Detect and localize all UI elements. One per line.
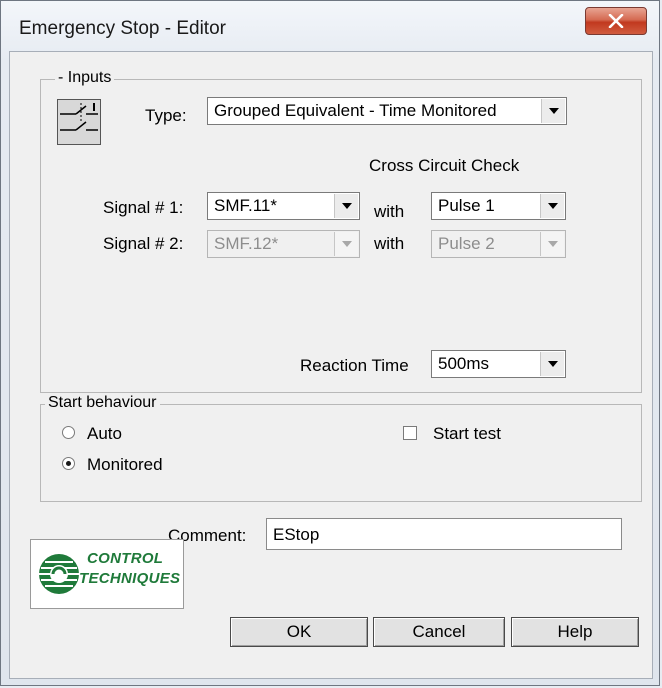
dropdown-arrow-icon <box>334 232 358 256</box>
help-button[interactable]: Help <box>511 617 639 647</box>
start-test-checkbox[interactable] <box>403 426 417 440</box>
dialog-body: - Inputs Type: Grouped Equivalent - Time… <box>9 51 653 679</box>
pulse2-value: Pulse 2 <box>438 234 495 253</box>
logo-line2: TECHNIQUES <box>79 570 181 587</box>
cross-circuit-label: Cross Circuit Check <box>369 156 520 175</box>
comment-input[interactable]: EStop <box>266 518 622 550</box>
signal1-label: Signal # 1: <box>103 198 184 217</box>
signal2-select: SMF.12* <box>207 230 360 258</box>
reaction-time-select[interactable]: 500ms <box>431 350 566 378</box>
pulse1-value: Pulse 1 <box>438 196 495 215</box>
start-test-label[interactable]: Start test <box>433 424 501 444</box>
dropdown-arrow-icon[interactable] <box>540 194 564 218</box>
ok-button[interactable]: OK <box>230 617 368 647</box>
auto-radio-label[interactable]: Auto <box>87 424 122 444</box>
type-value: Grouped Equivalent - Time Monitored <box>214 101 497 120</box>
signal2-value: SMF.12* <box>214 234 279 253</box>
window-title: Emergency Stop - Editor <box>19 18 226 39</box>
signal2-label: Signal # 2: <box>103 234 184 253</box>
dropdown-arrow-icon[interactable] <box>541 99 565 123</box>
inputs-group-label: - Inputs <box>55 69 115 87</box>
auto-radio[interactable] <box>62 426 75 439</box>
monitored-radio[interactable] <box>62 457 75 470</box>
signal1-with-label: with <box>374 202 405 221</box>
monitored-radio-label[interactable]: Monitored <box>87 455 163 475</box>
dropdown-arrow-icon[interactable] <box>540 352 564 376</box>
signal2-with-label: with <box>374 234 405 253</box>
start-behaviour-group-label: Start behaviour <box>45 394 160 412</box>
signal1-select[interactable]: SMF.11* <box>207 192 360 220</box>
signal1-value: SMF.11* <box>214 196 277 215</box>
cancel-button[interactable]: Cancel <box>373 617 505 647</box>
close-button[interactable] <box>585 7 647 35</box>
close-icon <box>608 14 624 28</box>
reaction-time-label: Reaction Time <box>300 356 409 375</box>
logo-globe-icon <box>39 554 79 594</box>
control-techniques-logo: CONTROL TECHNIQUES <box>30 539 184 609</box>
dropdown-arrow-icon[interactable] <box>334 194 358 218</box>
reaction-time-value: 500ms <box>438 354 490 373</box>
contact-switch-icon <box>57 99 101 145</box>
type-select[interactable]: Grouped Equivalent - Time Monitored <box>207 97 567 125</box>
pulse2-select: Pulse 2 <box>431 230 566 258</box>
dialog-window: Emergency Stop - Editor - Inputs Type: G… <box>0 0 660 686</box>
dropdown-arrow-icon <box>540 232 564 256</box>
start-behaviour-group: Start behaviour <box>40 394 642 502</box>
type-label: Type: <box>145 106 187 125</box>
pulse1-select[interactable]: Pulse 1 <box>431 192 566 220</box>
logo-line1: CONTROL <box>87 550 164 567</box>
comment-value: EStop <box>273 525 320 544</box>
